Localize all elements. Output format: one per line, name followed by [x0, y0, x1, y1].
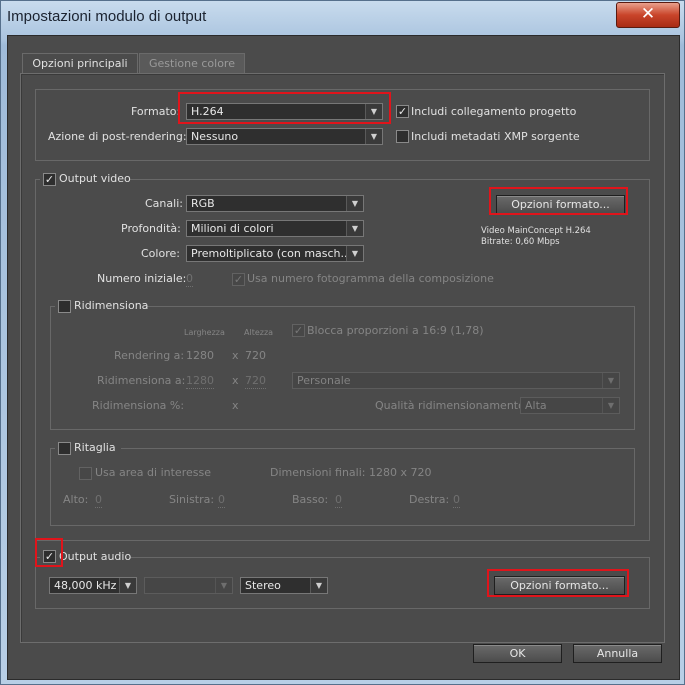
- color-select[interactable]: Premoltiplicato (con masch... ▼: [186, 245, 364, 262]
- cancel-button[interactable]: Annulla: [573, 644, 662, 663]
- resize-width-field[interactable]: 1280: [186, 374, 214, 389]
- rendering-height: 720: [245, 349, 266, 362]
- chevron-down-icon: ▼: [602, 373, 619, 388]
- color-value: Premoltiplicato (con masch...: [191, 247, 352, 260]
- resize-quality-value: Alta: [525, 399, 547, 412]
- video-bitrate-info: Bitrate: 0,60 Mbps: [481, 237, 560, 247]
- use-roi-checkbox[interactable]: [79, 467, 92, 480]
- audio-channels-value: Stereo: [245, 579, 281, 592]
- chevron-down-icon: ▼: [119, 578, 136, 593]
- video-output-label: Output video: [59, 172, 131, 185]
- include-xmp-label: Includi metadati XMP sorgente: [411, 130, 580, 143]
- resize-quality-select[interactable]: Alta ▼: [520, 397, 620, 414]
- rendering-at-label: Rendering a:: [114, 349, 185, 362]
- highlight-audio-checkbox: [35, 538, 63, 567]
- resize-preset-select[interactable]: Personale ▼: [292, 372, 620, 389]
- resize-checkbox[interactable]: [58, 300, 71, 313]
- resize-quality-label: Qualità ridimensionamento:: [375, 399, 529, 412]
- depth-label: Profondità:: [121, 222, 181, 235]
- close-button[interactable]: ✕: [616, 2, 680, 28]
- percent-x: x: [232, 399, 239, 412]
- chevron-down-icon: ▼: [365, 129, 382, 144]
- crop-top-label: Alto:: [63, 493, 89, 506]
- resize-to-label: Ridimensiona a:: [97, 374, 186, 387]
- crop-bottom-field[interactable]: 0: [335, 493, 342, 508]
- tab-main-options[interactable]: Opzioni principali: [22, 53, 138, 74]
- include-xmp-checkbox[interactable]: [396, 130, 409, 143]
- ok-button[interactable]: OK: [473, 644, 562, 663]
- start-number-label: Numero iniziale:: [97, 272, 187, 285]
- post-render-label: Azione di post-rendering:: [48, 130, 187, 143]
- height-header: Altezza: [244, 328, 274, 337]
- audio-rate-value: 48,000 kHz: [54, 579, 117, 592]
- resize-preset-value: Personale: [297, 374, 351, 387]
- close-icon: ✕: [640, 4, 656, 24]
- crop-group: [50, 448, 635, 526]
- use-comp-frame-label: Usa numero fotogramma della composizione: [247, 272, 494, 285]
- lock-aspect-checkbox[interactable]: ✓: [292, 324, 305, 337]
- crop-left-label: Sinistra:: [169, 493, 215, 506]
- audio-channels-select[interactable]: Stereo ▼: [240, 577, 328, 594]
- tab-color-management[interactable]: Gestione colore: [139, 53, 245, 74]
- start-number-field[interactable]: 0: [186, 272, 193, 287]
- highlight-format: [178, 92, 391, 124]
- resize-height-field[interactable]: 720: [245, 374, 266, 389]
- channels-value: RGB: [191, 197, 215, 210]
- channels-label: Canali:: [145, 197, 183, 210]
- use-comp-frame-checkbox[interactable]: ✓: [232, 273, 245, 286]
- highlight-video-format-options: [489, 187, 628, 215]
- chevron-down-icon: ▼: [215, 578, 232, 593]
- channels-select[interactable]: RGB ▼: [186, 195, 364, 212]
- rendering-x: x: [232, 349, 239, 362]
- crop-top-field[interactable]: 0: [95, 493, 102, 508]
- chevron-down-icon: ▼: [346, 246, 363, 261]
- final-dimensions: Dimensioni finali: 1280 x 720: [270, 466, 432, 479]
- post-render-value: Nessuno: [191, 130, 239, 143]
- crop-right-label: Destra:: [409, 493, 450, 506]
- resize-label: Ridimensiona: [74, 299, 149, 312]
- format-label: Formato:: [131, 105, 181, 118]
- resize-x: x: [232, 374, 239, 387]
- audio-bits-select[interactable]: ▼: [144, 577, 233, 594]
- crop-checkbox[interactable]: [58, 442, 71, 455]
- window-title: Impostazioni modulo di output: [7, 8, 207, 25]
- audio-rate-select[interactable]: 48,000 kHz ▼: [49, 577, 137, 594]
- crop-bottom-label: Basso:: [292, 493, 329, 506]
- rendering-width: 1280: [186, 349, 214, 362]
- lock-aspect-label: Blocca proporzioni a 16:9 (1,78): [307, 324, 484, 337]
- depth-select[interactable]: Milioni di colori ▼: [186, 220, 364, 237]
- chevron-down-icon: ▼: [346, 221, 363, 236]
- dialog-window: Impostazioni modulo di output ✕ Opzioni …: [0, 0, 685, 685]
- color-label: Colore:: [141, 247, 180, 260]
- chevron-down-icon: ▼: [346, 196, 363, 211]
- include-project-link-label: Includi collegamento progetto: [411, 105, 577, 118]
- chevron-down-icon: ▼: [602, 398, 619, 413]
- use-roi-label: Usa area di interesse: [95, 466, 211, 479]
- chevron-down-icon: ▼: [310, 578, 327, 593]
- video-output-checkbox[interactable]: ✓: [43, 173, 56, 186]
- post-render-select[interactable]: Nessuno ▼: [186, 128, 383, 145]
- crop-left-field[interactable]: 0: [218, 493, 225, 508]
- crop-label: Ritaglia: [74, 441, 116, 454]
- highlight-audio-format-options: [487, 569, 629, 597]
- audio-output-label: Output audio: [59, 550, 132, 563]
- width-header: Larghezza: [184, 328, 225, 337]
- depth-value: Milioni di colori: [191, 222, 274, 235]
- crop-right-field[interactable]: 0: [453, 493, 460, 508]
- resize-percent-label: Ridimensiona %:: [92, 399, 185, 412]
- include-project-link-checkbox[interactable]: ✓: [396, 105, 409, 118]
